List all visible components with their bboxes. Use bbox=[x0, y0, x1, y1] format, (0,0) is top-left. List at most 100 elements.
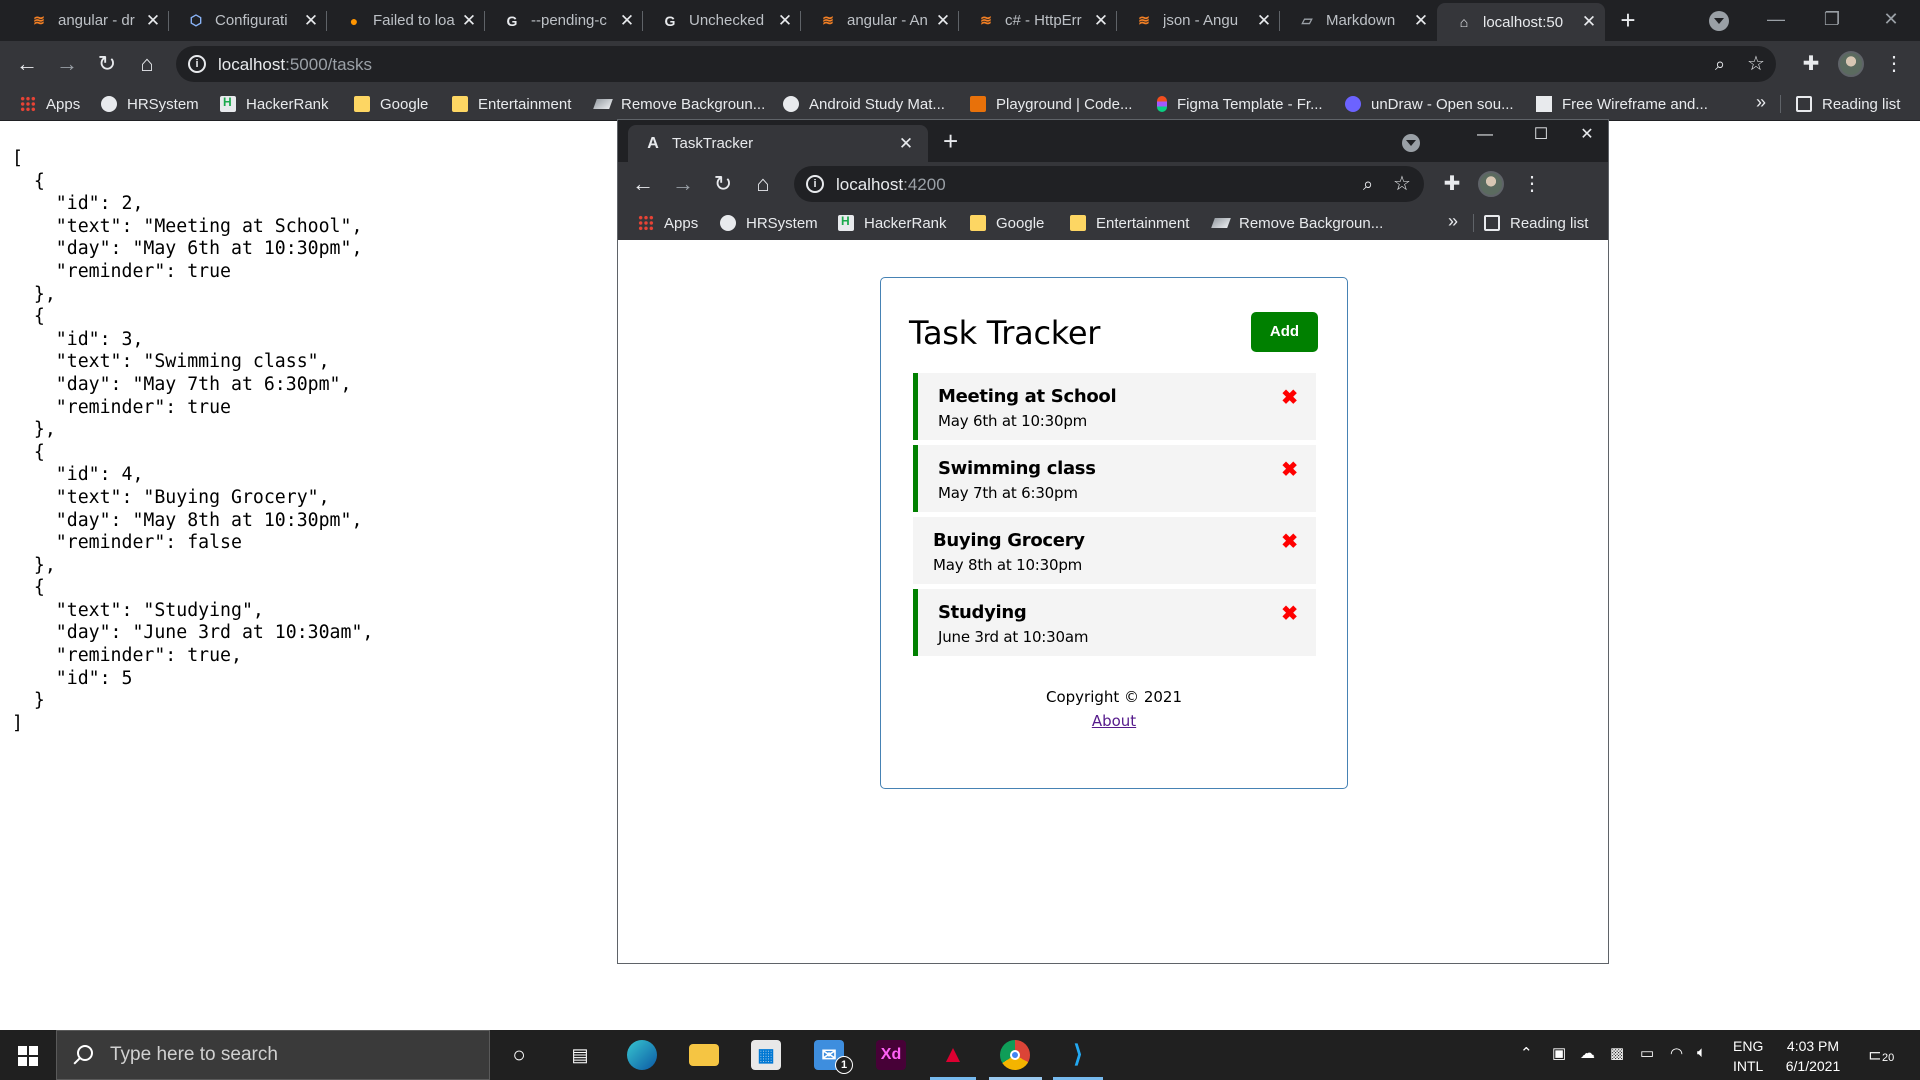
new-tab-button[interactable]: + bbox=[1613, 6, 1643, 36]
maximize-icon[interactable]: ☐ bbox=[1518, 120, 1564, 152]
reload-icon[interactable]: ↻ bbox=[93, 50, 121, 78]
reload-icon[interactable]: ↻ bbox=[709, 170, 737, 198]
minimize-icon[interactable]: — bbox=[1753, 0, 1799, 41]
task-item[interactable]: Meeting at School May 6th at 10:30pm ✖ bbox=[913, 373, 1316, 440]
outer-tab-5[interactable]: ≋ angular - An ✕ bbox=[801, 0, 959, 41]
site-info-icon[interactable]: i bbox=[806, 175, 824, 193]
bookmark-remove-background[interactable]: Remove Backgroun... bbox=[593, 94, 765, 114]
angular-icon[interactable]: ▲ bbox=[938, 1040, 968, 1070]
meet-now-icon[interactable]: ▣ bbox=[1552, 1044, 1566, 1062]
vscode-icon[interactable]: ⟩ bbox=[1063, 1040, 1093, 1070]
onedrive-icon[interactable]: ☁ bbox=[1580, 1044, 1595, 1062]
forward-icon[interactable]: → bbox=[669, 170, 697, 198]
profile-avatar[interactable] bbox=[1838, 51, 1864, 77]
menu-icon[interactable]: ⋮ bbox=[1518, 170, 1546, 198]
tab-search-icon[interactable] bbox=[1709, 11, 1729, 31]
zoom-icon[interactable]: ⌕ bbox=[1354, 170, 1382, 198]
minimize-icon[interactable]: — bbox=[1462, 120, 1508, 152]
show-hidden-icons[interactable]: ⌃ bbox=[1520, 1044, 1533, 1062]
bookmark-undraw[interactable]: unDraw - Open sou... bbox=[1345, 94, 1514, 114]
outer-tab-0[interactable]: ≋ angular - dr ✕ bbox=[12, 0, 169, 41]
close-tab-icon[interactable]: ✕ bbox=[1579, 12, 1599, 32]
task-item[interactable]: Buying Grocery May 8th at 10:30pm ✖ bbox=[913, 517, 1316, 584]
bookmarks-overflow-button[interactable]: » bbox=[1756, 92, 1766, 113]
extensions-icon[interactable]: ✚ bbox=[1797, 50, 1825, 78]
volume-icon[interactable]: 🔈︎ bbox=[1697, 1044, 1706, 1061]
menu-icon[interactable]: ⋮ bbox=[1880, 50, 1908, 78]
battery-icon[interactable]: ▭ bbox=[1640, 1044, 1654, 1062]
windows-start-icon[interactable] bbox=[18, 1046, 38, 1066]
bookmark-figma[interactable]: Figma Template - Fr... bbox=[1157, 94, 1323, 114]
close-tab-icon[interactable]: ✕ bbox=[143, 11, 163, 31]
restore-icon[interactable]: ❐ bbox=[1809, 0, 1855, 41]
reading-list-button[interactable]: Reading list bbox=[1796, 94, 1900, 114]
taskbar-search[interactable]: Type here to search bbox=[56, 1030, 490, 1080]
wifi-icon[interactable]: ◠ bbox=[1670, 1044, 1683, 1062]
bookmark-wireframe[interactable]: Free Wireframe and... bbox=[1536, 94, 1708, 114]
outer-tab-active[interactable]: ⌂ localhost:50 ✕ bbox=[1437, 3, 1605, 41]
adobe-xd-icon[interactable]: Xd bbox=[876, 1040, 906, 1070]
delete-icon[interactable]: ✖ bbox=[1281, 601, 1298, 626]
task-view-icon[interactable]: ▤ bbox=[565, 1040, 595, 1070]
bookmark-google[interactable]: Google bbox=[354, 94, 428, 114]
edge-icon[interactable] bbox=[627, 1040, 657, 1070]
outer-tab-1[interactable]: ⬡ Configurati ✕ bbox=[169, 0, 327, 41]
bookmark-apps[interactable]: Apps bbox=[20, 94, 80, 114]
site-info-icon[interactable]: i bbox=[188, 55, 206, 73]
close-tab-icon[interactable]: ✕ bbox=[933, 11, 953, 31]
bookmark-star-icon[interactable]: ☆ bbox=[1742, 50, 1770, 78]
close-tab-icon[interactable]: ✕ bbox=[459, 11, 479, 31]
tray-app-icon[interactable]: ▩ bbox=[1610, 1044, 1624, 1062]
new-tab-button[interactable]: + bbox=[943, 126, 958, 157]
inner-tab-active[interactable]: A TaskTracker ✕ bbox=[628, 125, 928, 162]
clock[interactable]: 4:03 PM 6/1/2021 bbox=[1778, 1036, 1848, 1076]
bookmarks-overflow-button[interactable]: » bbox=[1448, 211, 1458, 232]
close-tab-icon[interactable]: ✕ bbox=[301, 11, 321, 31]
about-link[interactable]: About bbox=[1092, 712, 1136, 730]
close-tab-icon[interactable]: ✕ bbox=[1091, 11, 1111, 31]
file-explorer-icon[interactable] bbox=[689, 1044, 719, 1066]
extensions-icon[interactable]: ✚ bbox=[1438, 170, 1466, 198]
outer-tab-2[interactable]: ● Failed to loa ✕ bbox=[327, 0, 485, 41]
reading-list-button[interactable]: Reading list bbox=[1484, 213, 1588, 233]
address-bar[interactable]: i localhost:5000/tasks ⌕ ☆ bbox=[176, 46, 1776, 82]
home-icon[interactable]: ⌂ bbox=[749, 170, 777, 198]
bookmark-entertainment[interactable]: Entertainment bbox=[452, 94, 571, 114]
outer-tab-4[interactable]: G Unchecked ✕ bbox=[643, 0, 801, 41]
close-tab-icon[interactable]: ✕ bbox=[1254, 11, 1274, 31]
task-item[interactable]: Studying June 3rd at 10:30am ✖ bbox=[913, 589, 1316, 656]
bookmark-hackerrank[interactable]: HackerRank bbox=[838, 213, 947, 233]
back-icon[interactable]: ← bbox=[13, 50, 41, 78]
close-tab-icon[interactable]: ✕ bbox=[617, 11, 637, 31]
store-icon[interactable]: ▦ bbox=[751, 1040, 781, 1070]
profile-avatar[interactable] bbox=[1478, 171, 1504, 197]
outer-tab-8[interactable]: ▱ Markdown ✕ bbox=[1280, 0, 1437, 41]
bookmark-star-icon[interactable]: ☆ bbox=[1388, 170, 1416, 198]
zoom-icon[interactable]: ⌕ bbox=[1706, 50, 1734, 78]
bookmark-hrsystem[interactable]: HRSystem bbox=[101, 94, 199, 114]
language-indicator[interactable]: ENG INTL bbox=[1733, 1036, 1763, 1076]
bookmark-android-study[interactable]: Android Study Mat... bbox=[783, 94, 945, 114]
outer-tab-6[interactable]: ≋ c# - HttpErr ✕ bbox=[959, 0, 1117, 41]
bookmark-entertainment[interactable]: Entertainment bbox=[1070, 213, 1189, 233]
inner-address-bar[interactable]: i localhost:4200 ⌕ ☆ bbox=[794, 166, 1424, 202]
outer-tab-7[interactable]: ≋ json - Angu ✕ bbox=[1117, 0, 1280, 41]
delete-icon[interactable]: ✖ bbox=[1281, 529, 1298, 554]
home-icon[interactable]: ⌂ bbox=[133, 50, 161, 78]
close-tab-icon[interactable]: ✕ bbox=[894, 134, 918, 154]
close-tab-icon[interactable]: ✕ bbox=[1411, 11, 1431, 31]
add-task-button[interactable]: Add bbox=[1251, 312, 1318, 352]
bookmark-playground[interactable]: Playground | Code... bbox=[970, 94, 1132, 114]
task-item[interactable]: Swimming class May 7th at 6:30pm ✖ bbox=[913, 445, 1316, 512]
bookmark-apps[interactable]: Apps bbox=[638, 213, 698, 233]
back-icon[interactable]: ← bbox=[629, 170, 657, 198]
bookmark-remove-background[interactable]: Remove Backgroun... bbox=[1211, 213, 1383, 233]
close-window-icon[interactable]: ✕ bbox=[1564, 120, 1610, 152]
delete-icon[interactable]: ✖ bbox=[1281, 385, 1298, 410]
cortana-icon[interactable]: ○ bbox=[504, 1040, 534, 1070]
outer-tab-3[interactable]: G --pending-c ✕ bbox=[485, 0, 643, 41]
forward-icon[interactable]: → bbox=[53, 50, 81, 78]
tab-search-icon[interactable] bbox=[1402, 134, 1420, 152]
delete-icon[interactable]: ✖ bbox=[1281, 457, 1298, 482]
close-tab-icon[interactable]: ✕ bbox=[775, 11, 795, 31]
